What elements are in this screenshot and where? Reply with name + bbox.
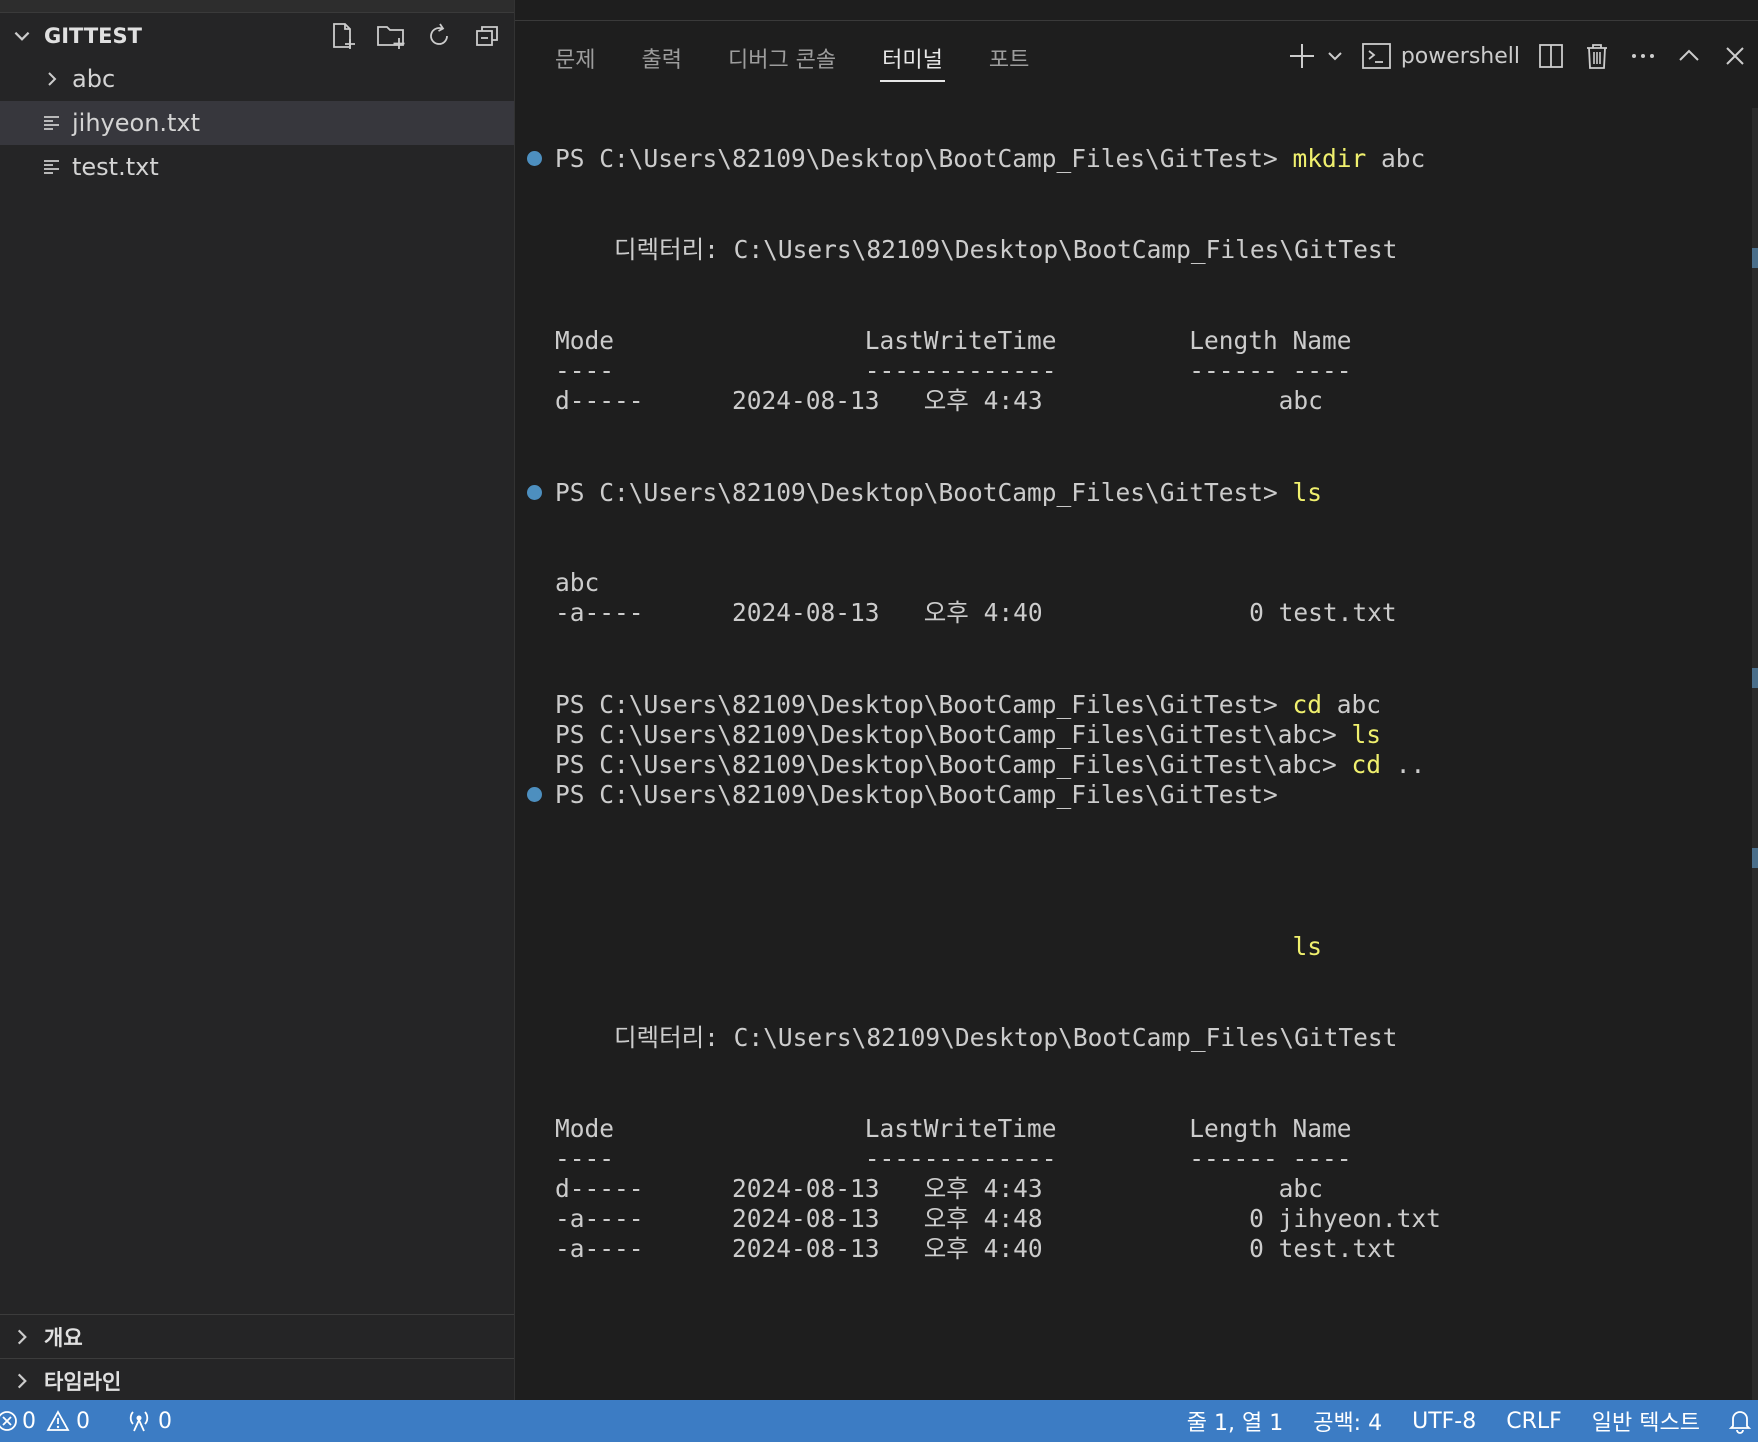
ports-count: 0	[158, 1408, 172, 1434]
new-file-icon[interactable]	[326, 19, 360, 53]
error-count: 0	[22, 1408, 36, 1434]
panel-top-border	[515, 20, 1758, 21]
chevron-up-icon	[1679, 49, 1699, 61]
terminal-line: -a---- 2024-08-13 오후 4:48 0 jihyeon.txt	[555, 1204, 1441, 1233]
text-file-icon	[38, 153, 66, 181]
sidebar-top-strip	[0, 0, 514, 13]
terminal-scrollbar[interactable]	[1752, 108, 1758, 1400]
section-title: 개요	[44, 1326, 83, 1350]
shell-selector[interactable]: powershell	[1361, 36, 1520, 76]
terminal-line: ---- ------------- ------ ----	[555, 1144, 1352, 1173]
terminal-line: ---- ------------- ------ ----	[555, 356, 1352, 385]
terminal-line: Mode LastWriteTime Length Name	[555, 326, 1352, 355]
bell-icon[interactable]	[1728, 1408, 1752, 1434]
outline-section-header[interactable]: 개요	[0, 1315, 514, 1359]
chevron-right-icon	[0, 1326, 44, 1348]
tab-output[interactable]: 출력	[641, 30, 681, 80]
terminal-line: PS C:\Users\82109\Desktop\BootCamp_Files…	[555, 144, 1426, 173]
plus-icon	[1289, 44, 1314, 68]
more-actions-button[interactable]	[1628, 36, 1658, 76]
terminal-line: -a---- 2024-08-13 오후 4:40 0 test.txt	[555, 1234, 1397, 1263]
terminal-line: abc	[555, 568, 600, 597]
status-right: 줄 1, 열 1 공백: 4 UTF-8 CRLF 일반 텍스트	[1187, 1405, 1758, 1437]
terminal-line: 디렉터리: C:\Users\82109\Desktop\BootCamp_Fi…	[555, 235, 1398, 264]
cursor-position[interactable]: 줄 1, 열 1	[1187, 1405, 1283, 1437]
chevron-down-icon	[0, 25, 44, 47]
new-folder-icon[interactable]	[374, 19, 408, 53]
terminal-dropdown-button[interactable]	[1325, 36, 1345, 76]
indentation[interactable]: 공백: 4	[1313, 1405, 1382, 1437]
kill-terminal-button[interactable]	[1582, 36, 1612, 76]
tree-file-test[interactable]: test.txt	[0, 145, 514, 189]
explorer-sidebar: GITTEST abc jihyeon.txt test.txt 개요 타임라인	[0, 0, 515, 1400]
collapse-all-icon[interactable]	[470, 19, 504, 53]
language-mode[interactable]: 일반 텍스트	[1592, 1405, 1700, 1437]
new-terminal-button[interactable]	[1287, 36, 1317, 76]
ports-status[interactable]: 0	[126, 1409, 172, 1434]
broadcast-icon	[129, 1411, 149, 1432]
close-icon	[1726, 47, 1744, 65]
section-title: 타임라인	[44, 1370, 122, 1394]
terminal-line: PS C:\Users\82109\Desktop\BootCamp_Files…	[555, 478, 1323, 507]
terminal-panel: 문제 출력 디버그 콘솔 터미널 포트 powershell PS C:\Use…	[515, 0, 1758, 1400]
tree-item-label: jihyeon.txt	[72, 109, 201, 137]
split-terminal-button[interactable]	[1536, 36, 1566, 76]
timeline-section-header[interactable]: 타임라인	[0, 1359, 514, 1403]
warning-count: 0	[76, 1408, 90, 1434]
scrollbar-marker	[1752, 248, 1758, 268]
terminal-line: PS C:\Users\82109\Desktop\BootCamp_Files…	[555, 780, 1278, 809]
encoding[interactable]: UTF-8	[1412, 1409, 1476, 1434]
error-icon	[0, 1411, 17, 1431]
tab-debug-console[interactable]: 디버그 콘솔	[728, 30, 836, 80]
terminal-line: d----- 2024-08-13 오후 4:43 abc	[555, 386, 1323, 415]
tree-file-jihyeon[interactable]: jihyeon.txt	[0, 101, 514, 145]
tree-item-label: abc	[72, 65, 116, 93]
tab-problems[interactable]: 문제	[555, 30, 595, 80]
warning-icon	[46, 1410, 70, 1431]
split-icon	[1539, 44, 1563, 68]
close-panel-button[interactable]	[1720, 36, 1750, 76]
terminal-line: PS C:\Users\82109\Desktop\BootCamp_Files…	[555, 690, 1382, 719]
command-decoration-dot[interactable]	[527, 787, 542, 802]
explorer-actions	[326, 14, 504, 58]
tab-ports[interactable]: 포트	[989, 30, 1029, 80]
ellipsis-icon	[1632, 54, 1654, 58]
terminal-icon	[1361, 43, 1391, 69]
scrollbar-marker	[1752, 668, 1758, 688]
panel-toolbar: powershell	[1279, 30, 1758, 82]
explorer-section-header[interactable]: GITTEST	[0, 14, 514, 58]
maximize-panel-button[interactable]	[1674, 36, 1704, 76]
terminal-line: ls	[1292, 932, 1323, 961]
command-decoration-dot[interactable]	[527, 485, 542, 500]
terminal-line: PS C:\Users\82109\Desktop\BootCamp_Files…	[555, 720, 1382, 749]
chevron-right-icon	[0, 1370, 44, 1392]
terminal-line: Mode LastWriteTime Length Name	[555, 1114, 1352, 1143]
trash-icon	[1587, 44, 1607, 69]
terminal-line: d----- 2024-08-13 오후 4:43 abc	[555, 1174, 1323, 1203]
terminal-line: -a---- 2024-08-13 오후 4:40 0 test.txt	[555, 598, 1397, 627]
shell-label: powershell	[1400, 43, 1520, 69]
problems-status[interactable]: 0 0	[0, 1409, 90, 1434]
section-title: GITTEST	[44, 24, 142, 48]
tree-folder-abc[interactable]: abc	[0, 57, 514, 101]
tree-item-label: test.txt	[72, 153, 159, 181]
end-of-line[interactable]: CRLF	[1506, 1409, 1562, 1434]
command-decoration-dot[interactable]	[527, 151, 542, 166]
terminal-line: PS C:\Users\82109\Desktop\BootCamp_Files…	[555, 750, 1426, 779]
status-bar: 0 0 0 줄 1, 열 1 공백: 4 UTF-8 CRLF 일반 텍스트	[0, 1400, 1758, 1442]
terminal-line: 디렉터리: C:\Users\82109\Desktop\BootCamp_Fi…	[555, 1023, 1398, 1052]
panel-tabs: 문제 출력 디버그 콘솔 터미널 포트	[555, 30, 1075, 82]
scrollbar-marker	[1752, 848, 1758, 868]
tab-terminal[interactable]: 터미널	[880, 30, 945, 82]
chevron-down-icon	[1328, 52, 1342, 61]
chevron-right-icon	[38, 65, 66, 93]
text-file-icon	[38, 109, 66, 137]
refresh-icon[interactable]	[422, 19, 456, 53]
